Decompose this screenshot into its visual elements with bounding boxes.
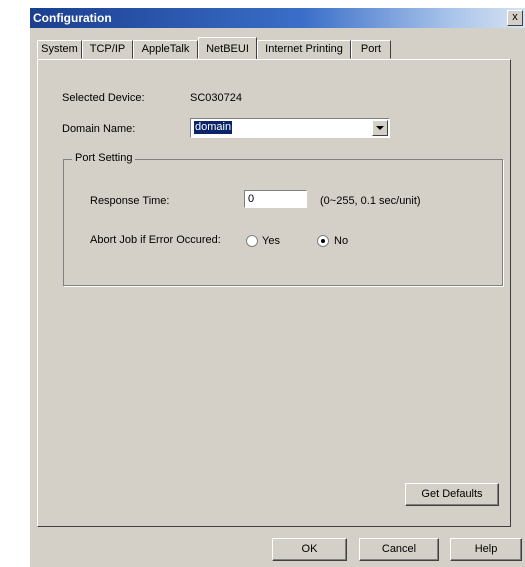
port-setting-title: Port Setting (72, 152, 136, 164)
abort-yes-radio[interactable] (246, 235, 258, 247)
port-setting-group: Port Setting Response Time: 0 (0~255, 0.… (63, 152, 503, 286)
configuration-dialog: Configuration x System TCP/IP AppleTalk … (30, 8, 525, 567)
netbeui-panel: Selected Device: SC030724 Domain Name: d… (37, 59, 511, 527)
response-time-label: Response Time: (90, 195, 170, 207)
ok-button[interactable]: OK (272, 538, 347, 561)
response-time-hint: (0~255, 0.1 sec/unit) (320, 195, 421, 207)
tab-internet-printing[interactable]: Internet Printing (257, 40, 351, 59)
selected-device-label: Selected Device: (62, 92, 145, 104)
response-time-input[interactable]: 0 (244, 190, 307, 208)
help-button[interactable]: Help (450, 538, 522, 561)
abort-yes-label: Yes (262, 235, 280, 247)
get-defaults-button[interactable]: Get Defaults (405, 483, 499, 506)
chevron-down-icon[interactable] (372, 120, 388, 136)
abort-job-label: Abort Job if Error Occured: (90, 234, 221, 246)
title-bar: Configuration x (30, 8, 525, 28)
tab-appletalk[interactable]: AppleTalk (133, 40, 198, 59)
tab-tcpip[interactable]: TCP/IP (82, 40, 133, 59)
domain-name-label: Domain Name: (62, 123, 136, 135)
abort-no-label: No (334, 235, 349, 247)
tab-netbeui[interactable]: NetBEUI (198, 37, 257, 59)
domain-name-value: domain (194, 121, 233, 134)
tab-system[interactable]: System (37, 40, 82, 59)
selected-device-value: SC030724 (190, 92, 242, 104)
domain-name-combobox[interactable]: domain (190, 118, 390, 138)
tab-port[interactable]: Port (351, 40, 391, 59)
window-title: Configuration (33, 11, 112, 25)
close-button[interactable]: x (507, 10, 523, 26)
abort-no-radio[interactable] (317, 235, 329, 247)
cancel-button[interactable]: Cancel (359, 538, 439, 561)
